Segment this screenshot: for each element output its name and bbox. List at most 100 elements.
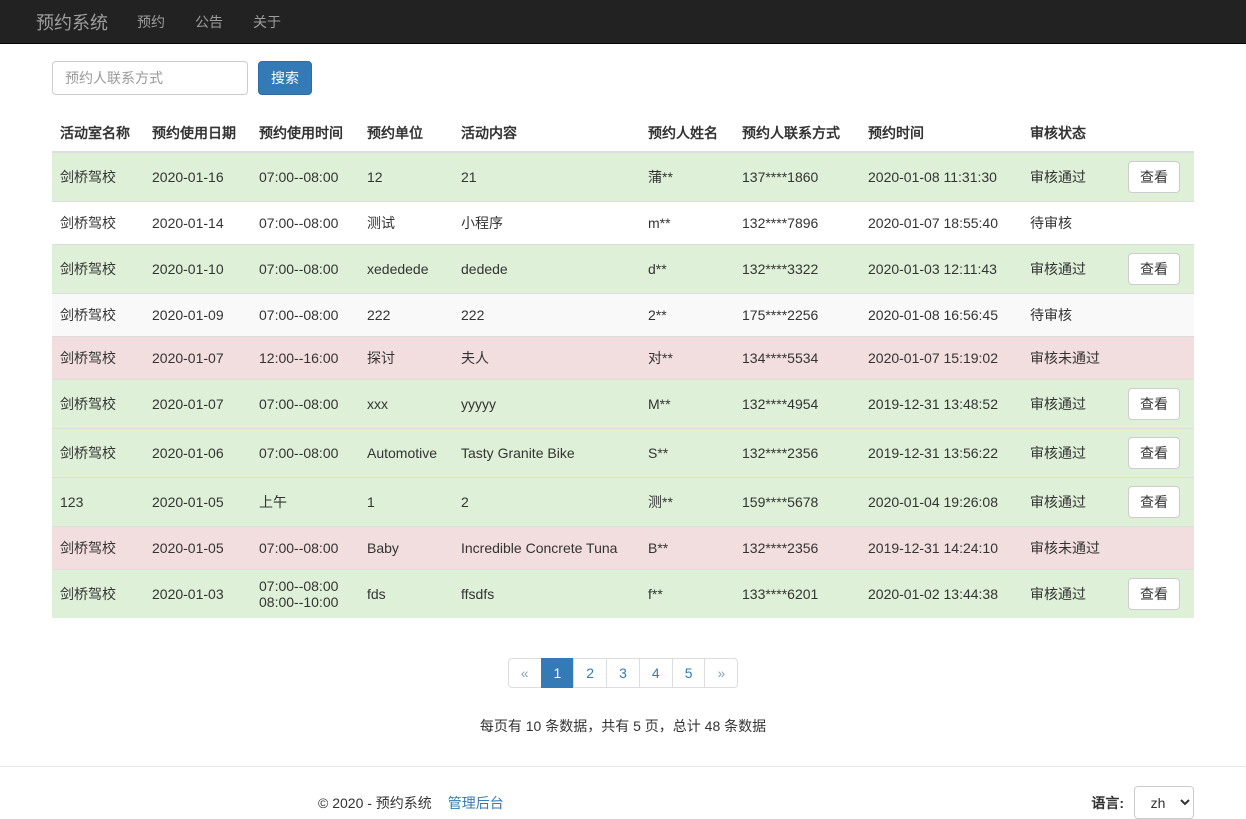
cell-content: 小程序 bbox=[453, 201, 640, 245]
view-button[interactable]: 查看 bbox=[1128, 486, 1180, 518]
cell-content: dedede bbox=[453, 244, 640, 294]
pagination-next[interactable]: » bbox=[704, 658, 739, 688]
nav-item-booking[interactable]: 预约 bbox=[122, 12, 180, 32]
cell-time: 07:00--08:00 08:00--10:00 bbox=[251, 569, 359, 618]
cell-phone: 137****1860 bbox=[734, 151, 860, 202]
search-bar: 搜索 bbox=[52, 61, 1194, 95]
cell-status: 审核通过 bbox=[1022, 477, 1120, 527]
table-row: 剑桥驾校 2020-01-07 12:00--16:00 探讨 夫人 对** 1… bbox=[52, 336, 1194, 380]
cell-date: 2020-01-16 bbox=[144, 151, 251, 202]
cell-room: 剑桥驾校 bbox=[52, 244, 144, 294]
cell-unit: fds bbox=[359, 569, 453, 618]
cell-status: 审核通过 bbox=[1022, 379, 1120, 429]
cell-phone: 132****7896 bbox=[734, 201, 860, 245]
language-label: 语言: bbox=[1091, 794, 1124, 811]
cell-time: 上午 bbox=[251, 477, 359, 527]
cell-name: f** bbox=[640, 569, 734, 618]
cell-phone: 132****4954 bbox=[734, 379, 860, 429]
table-row: 剑桥驾校 2020-01-16 07:00--08:00 12 21 蒲** 1… bbox=[52, 151, 1194, 202]
cell-time: 07:00--08:00 bbox=[251, 526, 359, 570]
cell-phone: 133****6201 bbox=[734, 569, 860, 618]
admin-backend-link[interactable]: 管理后台 bbox=[448, 793, 504, 813]
search-input[interactable] bbox=[52, 61, 248, 95]
cell-date: 2020-01-07 bbox=[144, 379, 251, 429]
table-row: 剑桥驾校 2020-01-05 07:00--08:00 Baby Incred… bbox=[52, 526, 1194, 570]
cell-name: B** bbox=[640, 526, 734, 570]
view-button[interactable]: 查看 bbox=[1128, 253, 1180, 285]
cell-booked-at: 2020-01-08 16:56:45 bbox=[860, 293, 1022, 337]
language-select[interactable]: zh bbox=[1134, 786, 1194, 819]
language-switcher: 语言: zh bbox=[1091, 786, 1194, 819]
cell-time: 07:00--08:00 bbox=[251, 201, 359, 245]
cell-content: Tasty Granite Bike bbox=[453, 428, 640, 478]
cell-status: 审核未通过 bbox=[1022, 336, 1120, 380]
copyright-text: © 2020 - 预约系统 bbox=[318, 794, 432, 811]
cell-name: d** bbox=[640, 244, 734, 294]
pagination-page-2[interactable]: 2 bbox=[573, 658, 608, 688]
cell-booked-at: 2020-01-08 11:31:30 bbox=[860, 151, 1022, 202]
cell-status: 审核通过 bbox=[1022, 569, 1120, 618]
pagination-prev[interactable]: « bbox=[507, 658, 542, 688]
cell-phone: 132****2356 bbox=[734, 428, 860, 478]
col-header-time: 预约使用时间 bbox=[251, 115, 359, 153]
table-header-row: 活动室名称 预约使用日期 预约使用时间 预约单位 活动内容 预约人姓名 预约人联… bbox=[52, 115, 1194, 153]
cell-name: M** bbox=[640, 379, 734, 429]
cell-booked-at: 2020-01-07 18:55:40 bbox=[860, 201, 1022, 245]
cell-status: 待审核 bbox=[1022, 201, 1120, 245]
brand-link[interactable]: 预约系统 bbox=[36, 9, 108, 35]
cell-unit: Automotive bbox=[359, 428, 453, 478]
cell-unit: 222 bbox=[359, 293, 453, 337]
cell-content: yyyyy bbox=[453, 379, 640, 429]
view-button[interactable]: 查看 bbox=[1128, 437, 1180, 469]
view-button[interactable]: 查看 bbox=[1128, 161, 1180, 193]
pagination-page-1[interactable]: 1 bbox=[540, 658, 575, 688]
cell-unit: 1 bbox=[359, 477, 453, 527]
cell-booked-at: 2019-12-31 14:24:10 bbox=[860, 526, 1022, 570]
cell-unit: 测试 bbox=[359, 201, 453, 245]
cell-content: Incredible Concrete Tuna bbox=[453, 526, 640, 570]
page-summary: 每页有 10 条数据，共有 5 页，总计 48 条数据 bbox=[479, 718, 767, 734]
cell-content: 21 bbox=[453, 151, 640, 202]
top-navbar: 预约系统 预约 公告 关于 bbox=[0, 0, 1246, 44]
search-button[interactable]: 搜索 bbox=[258, 61, 312, 95]
pagination-page-3[interactable]: 3 bbox=[606, 658, 640, 688]
cell-content: ffsdfs bbox=[453, 569, 640, 618]
cell-time: 07:00--08:00 bbox=[251, 244, 359, 294]
pagination-page-5[interactable]: 5 bbox=[671, 658, 706, 688]
cell-time: 07:00--08:00 bbox=[251, 379, 359, 429]
table-row: 剑桥驾校 2020-01-03 07:00--08:00 08:00--10:0… bbox=[52, 569, 1194, 618]
col-header-status: 审核状态 bbox=[1022, 115, 1120, 153]
cell-time: 07:00--08:00 bbox=[251, 293, 359, 337]
cell-phone: 134****5534 bbox=[734, 336, 860, 380]
cell-booked-at: 2020-01-02 13:44:38 bbox=[860, 569, 1022, 618]
col-header-booked-at: 预约时间 bbox=[860, 115, 1022, 153]
cell-content: 222 bbox=[453, 293, 640, 337]
col-header-date: 预约使用日期 bbox=[144, 115, 251, 153]
table-row: 123 2020-01-05 上午 1 2 测** 159****5678 20… bbox=[52, 477, 1194, 527]
cell-status: 审核未通过 bbox=[1022, 526, 1120, 570]
cell-room: 剑桥驾校 bbox=[52, 293, 144, 337]
main-container: 搜索 活动室名称 预约使用日期 预约使用时间 预约单位 活动内容 预约人姓名 预… bbox=[52, 61, 1194, 736]
cell-booked-at: 2020-01-04 19:26:08 bbox=[860, 477, 1022, 527]
cell-name: 测** bbox=[640, 477, 734, 527]
table-row: 剑桥驾校 2020-01-14 07:00--08:00 测试 小程序 m** … bbox=[52, 201, 1194, 245]
cell-date: 2020-01-09 bbox=[144, 293, 251, 337]
cell-date: 2020-01-10 bbox=[144, 244, 251, 294]
footer: © 2020 - 预约系统 管理后台 语言: zh bbox=[0, 766, 1246, 819]
bookings-table: 活动室名称 预约使用日期 预约使用时间 预约单位 活动内容 预约人姓名 预约人联… bbox=[52, 115, 1194, 618]
col-header-room: 活动室名称 bbox=[52, 115, 144, 153]
col-header-content: 活动内容 bbox=[453, 115, 640, 153]
pagination-page-4[interactable]: 4 bbox=[638, 658, 673, 688]
nav-item-about[interactable]: 关于 bbox=[238, 12, 296, 32]
view-button[interactable]: 查看 bbox=[1128, 578, 1180, 610]
cell-status: 审核通过 bbox=[1022, 151, 1120, 202]
col-header-phone: 预约人联系方式 bbox=[734, 115, 860, 153]
cell-booked-at: 2019-12-31 13:56:22 bbox=[860, 428, 1022, 478]
cell-content: 夫人 bbox=[453, 336, 640, 380]
view-button[interactable]: 查看 bbox=[1128, 388, 1180, 420]
cell-room: 剑桥驾校 bbox=[52, 336, 144, 380]
nav-item-announcement[interactable]: 公告 bbox=[180, 12, 238, 32]
time-line-2: 08:00--10:00 bbox=[259, 594, 339, 610]
table-row: 剑桥驾校 2020-01-10 07:00--08:00 xededede de… bbox=[52, 244, 1194, 294]
col-header-unit: 预约单位 bbox=[359, 115, 453, 153]
